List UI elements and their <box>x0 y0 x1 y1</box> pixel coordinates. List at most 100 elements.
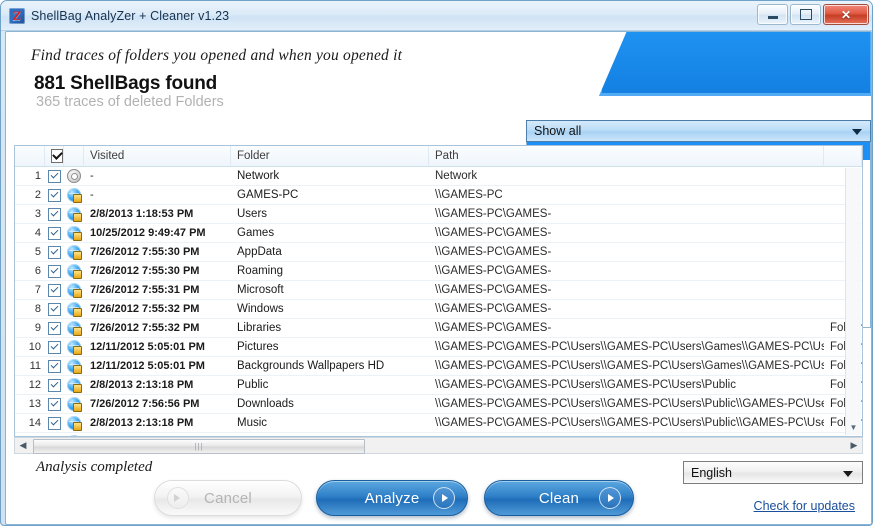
row-number: 1 <box>15 167 45 185</box>
row-checkbox-cell[interactable] <box>45 205 64 223</box>
minimize-button[interactable] <box>757 4 788 25</box>
client-area: Find traces of folders you opened and wh… <box>5 31 872 525</box>
row-checkbox[interactable] <box>48 322 61 335</box>
clean-button[interactable]: Clean <box>484 480 634 516</box>
table-row[interactable]: 1112/11/2012 5:05:01 PMBackgrounds Wallp… <box>15 357 862 376</box>
row-checkbox-cell[interactable] <box>45 243 64 261</box>
row-checkbox[interactable] <box>48 170 61 183</box>
table-row[interactable]: 142/8/2013 2:13:18 PMMusic\\GAMES-PC\GAM… <box>15 414 862 433</box>
table-row[interactable]: 97/26/2012 7:55:32 PMLibraries\\GAMES-PC… <box>15 319 862 338</box>
row-icon-cell <box>64 262 84 280</box>
row-number: 2 <box>15 186 45 204</box>
scroll-right-icon[interactable]: ▶ <box>846 438 862 453</box>
analyze-button[interactable]: Analyze <box>316 480 468 516</box>
row-icon-cell <box>64 338 84 356</box>
table-row[interactable]: 137/26/2012 7:56:56 PMDownloads\\GAMES-P… <box>15 395 862 414</box>
cell-folder: GAMES-PC <box>231 186 429 204</box>
scroll-left-icon[interactable]: ◀ <box>15 438 31 453</box>
row-checkbox-cell[interactable] <box>45 395 64 413</box>
cell-folder: Pictures <box>231 338 429 356</box>
filter-dropdown[interactable]: Show all <box>526 120 871 142</box>
row-checkbox-cell[interactable] <box>45 319 64 337</box>
row-number: 9 <box>15 319 45 337</box>
export-link[interactable]: Export <box>819 523 855 525</box>
globe-lock-icon <box>67 321 81 335</box>
row-checkbox-cell[interactable] <box>45 338 64 356</box>
chevron-down-icon <box>843 471 853 477</box>
row-checkbox[interactable] <box>48 360 61 373</box>
check-updates-link[interactable]: Check for updates <box>754 499 855 513</box>
cell-folder: Games <box>231 224 429 242</box>
analyze-arrow-icon <box>433 487 455 509</box>
row-checkbox[interactable] <box>48 189 61 202</box>
row-checkbox[interactable] <box>48 208 61 221</box>
cell-visited: 2/8/2013 1:18:53 PM <box>84 205 231 223</box>
table-vertical-scrollbar[interactable]: ▼ <box>845 168 861 435</box>
table-horizontal-scrollbar[interactable]: ◀ ||| ▶ <box>14 437 863 454</box>
row-checkbox-cell[interactable] <box>45 414 64 432</box>
row-checkbox-cell[interactable] <box>45 357 64 375</box>
table-row[interactable]: 157/26/2012 7:57:19 PMMozilla Firefox\\G… <box>15 433 862 436</box>
table-row[interactable]: 87/26/2012 7:55:32 PMWindows\\GAMES-PC\G… <box>15 300 862 319</box>
row-number: 5 <box>15 243 45 261</box>
maximize-button[interactable] <box>790 4 821 25</box>
table-row[interactable]: 410/25/2012 9:49:47 PMGames\\GAMES-PC\GA… <box>15 224 862 243</box>
row-checkbox[interactable] <box>48 246 61 259</box>
cell-folder: Users <box>231 205 429 223</box>
table-row[interactable]: 77/26/2012 7:55:31 PMMicrosoft\\GAMES-PC… <box>15 281 862 300</box>
cell-visited: 7/26/2012 7:55:30 PM <box>84 243 231 261</box>
globe-lock-icon <box>67 283 81 297</box>
table-row[interactable]: 57/26/2012 7:55:30 PMAppData\\GAMES-PC\G… <box>15 243 862 262</box>
row-checkbox-cell[interactable] <box>45 224 64 242</box>
table-body: 1-NetworkNetwork2-GAMES-PC\\GAMES-PC32/8… <box>15 167 862 436</box>
language-select[interactable]: English <box>683 461 863 484</box>
row-checkbox[interactable] <box>48 303 61 316</box>
row-checkbox[interactable] <box>48 284 61 297</box>
row-checkbox-cell[interactable] <box>45 167 64 185</box>
row-checkbox-cell[interactable] <box>45 376 64 394</box>
col-select-all[interactable] <box>45 146 64 166</box>
cell-visited: 7/26/2012 7:55:30 PM <box>84 262 231 280</box>
row-icon-cell <box>64 300 84 318</box>
cell-path: \\GAMES-PC\GAMES- <box>429 319 824 337</box>
window-controls: ✕ <box>757 4 869 25</box>
cell-visited: - <box>84 186 231 204</box>
table-row[interactable]: 67/26/2012 7:55:30 PMRoaming\\GAMES-PC\G… <box>15 262 862 281</box>
close-button[interactable]: ✕ <box>823 4 869 25</box>
row-checkbox[interactable] <box>48 227 61 240</box>
hscroll-thumb[interactable]: ||| <box>33 439 365 454</box>
row-checkbox[interactable] <box>48 379 61 392</box>
table-row[interactable]: 32/8/2013 1:18:53 PMUsers\\GAMES-PC\GAME… <box>15 205 862 224</box>
table-row[interactable]: 2-GAMES-PC\\GAMES-PC <box>15 186 862 205</box>
table-row[interactable]: 1-NetworkNetwork <box>15 167 862 186</box>
globe-lock-icon <box>67 435 81 436</box>
hscroll-track[interactable]: ||| <box>31 438 846 453</box>
row-checkbox-cell[interactable] <box>45 186 64 204</box>
row-checkbox[interactable] <box>48 398 61 411</box>
row-checkbox[interactable] <box>48 417 61 430</box>
scroll-down-icon[interactable]: ▼ <box>850 419 858 435</box>
table-row[interactable]: 1012/11/2012 5:05:01 PMPictures\\GAMES-P… <box>15 338 862 357</box>
row-checkbox-cell[interactable] <box>45 300 64 318</box>
row-checkbox-cell[interactable] <box>45 281 64 299</box>
col-folder[interactable]: Folder <box>231 146 429 166</box>
select-all-checkbox[interactable] <box>51 149 63 163</box>
globe-lock-icon <box>67 340 81 354</box>
cell-path: \\GAMES-PC\GAMES- <box>429 281 824 299</box>
row-checkbox-cell[interactable] <box>45 433 64 436</box>
row-checkbox[interactable] <box>48 341 61 354</box>
row-checkbox-cell[interactable] <box>45 262 64 280</box>
cell-path: \\GAMES-PC\GAMES- <box>429 300 824 318</box>
col-path[interactable]: Path <box>429 146 824 166</box>
cancel-button[interactable]: Cancel <box>154 480 302 516</box>
cell-folder: Network <box>231 167 429 185</box>
cell-visited: 7/26/2012 7:57:19 PM <box>84 433 231 436</box>
row-checkbox[interactable] <box>48 436 61 437</box>
table-row[interactable]: 122/8/2013 2:13:18 PMPublic\\GAMES-PC\GA… <box>15 376 862 395</box>
cell-folder: Microsoft <box>231 281 429 299</box>
cell-folder: Libraries <box>231 319 429 337</box>
col-visited[interactable]: Visited <box>84 146 231 166</box>
col-type[interactable] <box>824 146 862 166</box>
row-icon-cell <box>64 205 84 223</box>
row-checkbox[interactable] <box>48 265 61 278</box>
